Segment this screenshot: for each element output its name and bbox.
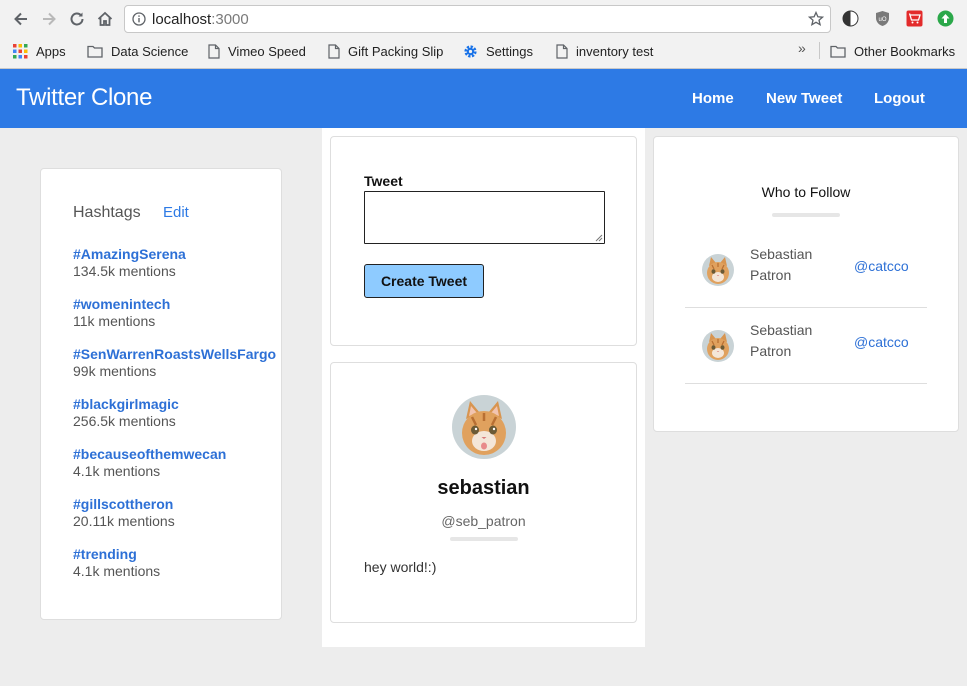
bookmark-vimeo-speed[interactable]: Vimeo Speed — [208, 41, 306, 61]
profile-divider — [450, 537, 518, 541]
hashtag-link[interactable]: #blackgirlmagic — [73, 396, 283, 413]
create-tweet-button[interactable]: Create Tweet — [364, 264, 484, 298]
hashtag-item: #blackgirlmagic 256.5k mentions — [73, 396, 283, 446]
kitten-avatar-icon — [702, 330, 734, 362]
profile-name: sebastian — [437, 477, 530, 499]
gear-icon — [464, 44, 477, 58]
hashtag-mentions: 4.1k mentions — [73, 463, 161, 479]
bookmark-gift-packing-slip[interactable]: Gift Packing Slip — [328, 41, 443, 61]
bookmarks-separator — [819, 42, 820, 59]
hashtag-mentions: 11k mentions — [73, 313, 156, 329]
hashtag-item: #trending 4.1k mentions — [73, 546, 283, 596]
home-icon — [97, 11, 113, 26]
upload-extension-icon[interactable] — [937, 10, 954, 27]
hashtags-title: Hashtags — [73, 204, 141, 221]
avatar[interactable] — [702, 254, 734, 286]
hashtag-link[interactable]: #gillscottheron — [73, 496, 283, 513]
bookmark-settings[interactable]: Settings — [463, 41, 533, 61]
nav-new-tweet-link[interactable]: New Tweet — [766, 90, 842, 107]
hashtag-mentions: 256.5k mentions — [73, 413, 176, 429]
follow-user-name: Sebastian Patron — [750, 246, 813, 283]
page-icon — [328, 43, 340, 59]
avatar[interactable] — [702, 330, 734, 362]
follow-suggestion-row: Sebastian Patron @catcco — [685, 232, 927, 308]
bookmark-apps[interactable]: Apps — [13, 41, 66, 61]
bookmark-data-science[interactable]: Data Science — [87, 41, 188, 61]
tweet-label: Tweet — [364, 173, 403, 189]
hashtag-mentions: 20.11k mentions — [73, 513, 175, 529]
compose-tweet-card: Tweet Create Tweet — [330, 136, 637, 346]
url-text: localhost:3000 — [152, 11, 249, 28]
more-bookmarks-chevron-icon[interactable]: » — [798, 40, 806, 56]
info-icon[interactable] — [132, 12, 146, 31]
kitten-avatar-icon — [702, 254, 734, 286]
hashtag-link[interactable]: #becauseofthemwecan — [73, 446, 283, 463]
hashtag-list: #AmazingSerena 134.5k mentions #womenint… — [73, 246, 283, 596]
page-icon — [556, 43, 568, 59]
bookmark-label: Gift Packing Slip — [348, 43, 444, 59]
bookmark-label: Apps — [36, 43, 66, 59]
avatar[interactable] — [452, 395, 516, 459]
who-to-follow-card: Who to Follow Sebastian Patron @catcco S… — [653, 136, 959, 432]
address-bar[interactable]: localhost:3000 — [124, 5, 831, 33]
nav-home-link[interactable]: Home — [692, 90, 734, 107]
tweet-input[interactable] — [364, 191, 605, 244]
hashtag-link[interactable]: #SenWarrenRoastsWellsFargo — [73, 346, 283, 363]
hashtag-link[interactable]: #womenintech — [73, 296, 283, 313]
bookmark-label: Other Bookmarks — [854, 43, 956, 59]
reload-icon — [70, 12, 84, 26]
hashtag-mentions: 134.5k mentions — [73, 263, 176, 279]
bookmark-label: Vimeo Speed — [228, 43, 306, 59]
back-button[interactable] — [11, 9, 31, 29]
browser-chrome: localhost:3000 uO Apps Data Science Vime… — [0, 0, 967, 69]
hashtag-item: #gillscottheron 20.11k mentions — [73, 496, 283, 546]
bookmark-star-icon[interactable] — [807, 10, 825, 32]
forward-arrow-icon — [43, 12, 56, 26]
cart-extension-icon[interactable] — [906, 10, 923, 27]
hashtags-edit-link[interactable]: Edit — [163, 204, 189, 221]
hashtag-link[interactable]: #trending — [73, 546, 283, 563]
contrast-extension-icon[interactable] — [842, 10, 859, 27]
ublock-icon[interactable]: uO — [874, 10, 891, 27]
nav-logout-link[interactable]: Logout — [874, 90, 925, 107]
follow-user-name: Sebastian Patron — [750, 322, 813, 359]
who-to-follow-divider — [772, 213, 840, 217]
url-port: :3000 — [211, 11, 249, 28]
hashtag-item: #AmazingSerena 134.5k mentions — [73, 246, 283, 296]
tweet-text: hey world!:) — [364, 559, 437, 575]
hashtag-item: #becauseofthemwecan 4.1k mentions — [73, 446, 283, 496]
url-host: localhost — [152, 11, 212, 28]
bookmark-label: inventory test — [576, 43, 654, 59]
app-navbar: Twitter Clone Home New Tweet Logout — [0, 69, 967, 128]
hashtag-mentions: 4.1k mentions — [73, 563, 161, 579]
who-to-follow-title: Who to Follow — [761, 184, 851, 200]
hashtag-mentions: 99k mentions — [73, 363, 157, 379]
forward-button[interactable] — [39, 9, 59, 29]
brand-logo[interactable]: Twitter Clone — [16, 84, 152, 112]
follow-user-handle-link[interactable]: @catcco — [854, 258, 909, 274]
bookmarks-bar: Apps Data Science Vimeo Speed Gift Packi… — [0, 39, 967, 63]
back-arrow-icon — [14, 12, 27, 26]
follow-suggestion-row: Sebastian Patron @catcco — [685, 308, 927, 384]
bookmark-label: Data Science — [111, 43, 189, 59]
bookmark-other-bookmarks[interactable]: Other Bookmarks — [830, 41, 955, 61]
home-button[interactable] — [95, 9, 115, 29]
profile-card: sebastian @seb_patron hey world!:) — [330, 362, 637, 623]
hashtag-link[interactable]: #AmazingSerena — [73, 246, 283, 263]
resize-grip-icon[interactable] — [595, 234, 603, 242]
bookmark-label: Settings — [486, 43, 533, 59]
follow-user-handle-link[interactable]: @catcco — [854, 334, 909, 350]
folder-icon — [87, 45, 103, 58]
profile-handle: @seb_patron — [441, 513, 526, 529]
page-icon — [208, 43, 220, 59]
hashtag-item: #SenWarrenRoastsWellsFargo 99k mentions — [73, 346, 283, 396]
folder-icon — [830, 45, 846, 58]
hashtag-item: #womenintech 11k mentions — [73, 296, 283, 346]
svg-text:uO: uO — [878, 17, 886, 23]
kitten-avatar-icon — [452, 395, 516, 459]
bookmark-inventory-test[interactable]: inventory test — [556, 41, 653, 61]
hashtags-card: Hashtags Edit #AmazingSerena 134.5k ment… — [40, 168, 282, 620]
apps-grid-icon — [13, 43, 28, 58]
reload-button[interactable] — [67, 9, 87, 29]
